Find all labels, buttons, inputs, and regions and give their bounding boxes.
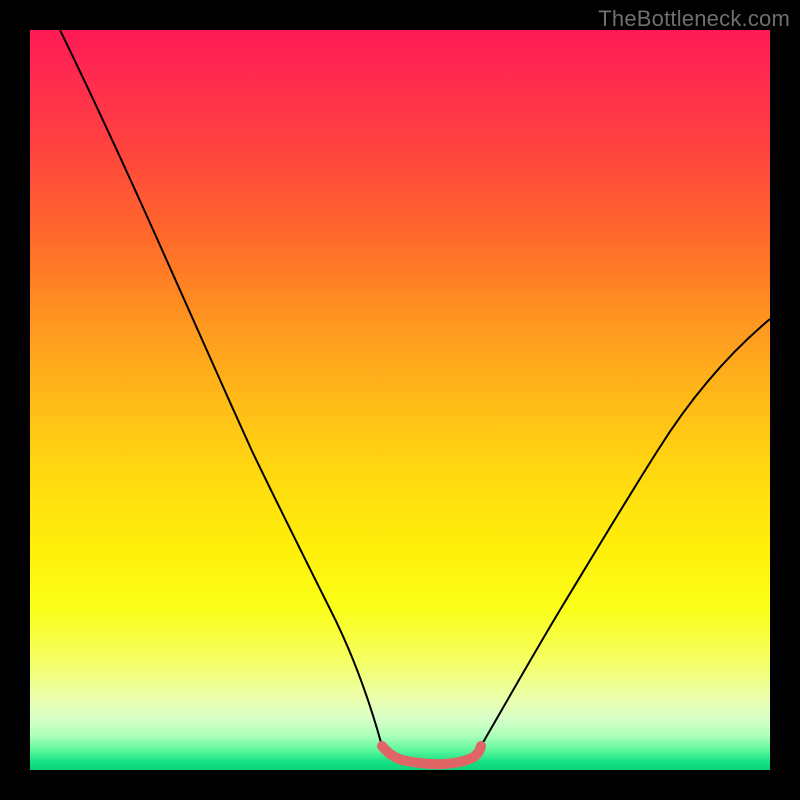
bottleneck-curve-right — [481, 319, 770, 746]
curve-svg — [30, 30, 770, 770]
chart-frame: TheBottleneck.com — [0, 0, 800, 800]
bottleneck-curve-left — [60, 30, 382, 746]
watermark-text: TheBottleneck.com — [598, 6, 790, 32]
plot-area — [30, 30, 770, 770]
optimal-range-highlight — [382, 746, 481, 764]
